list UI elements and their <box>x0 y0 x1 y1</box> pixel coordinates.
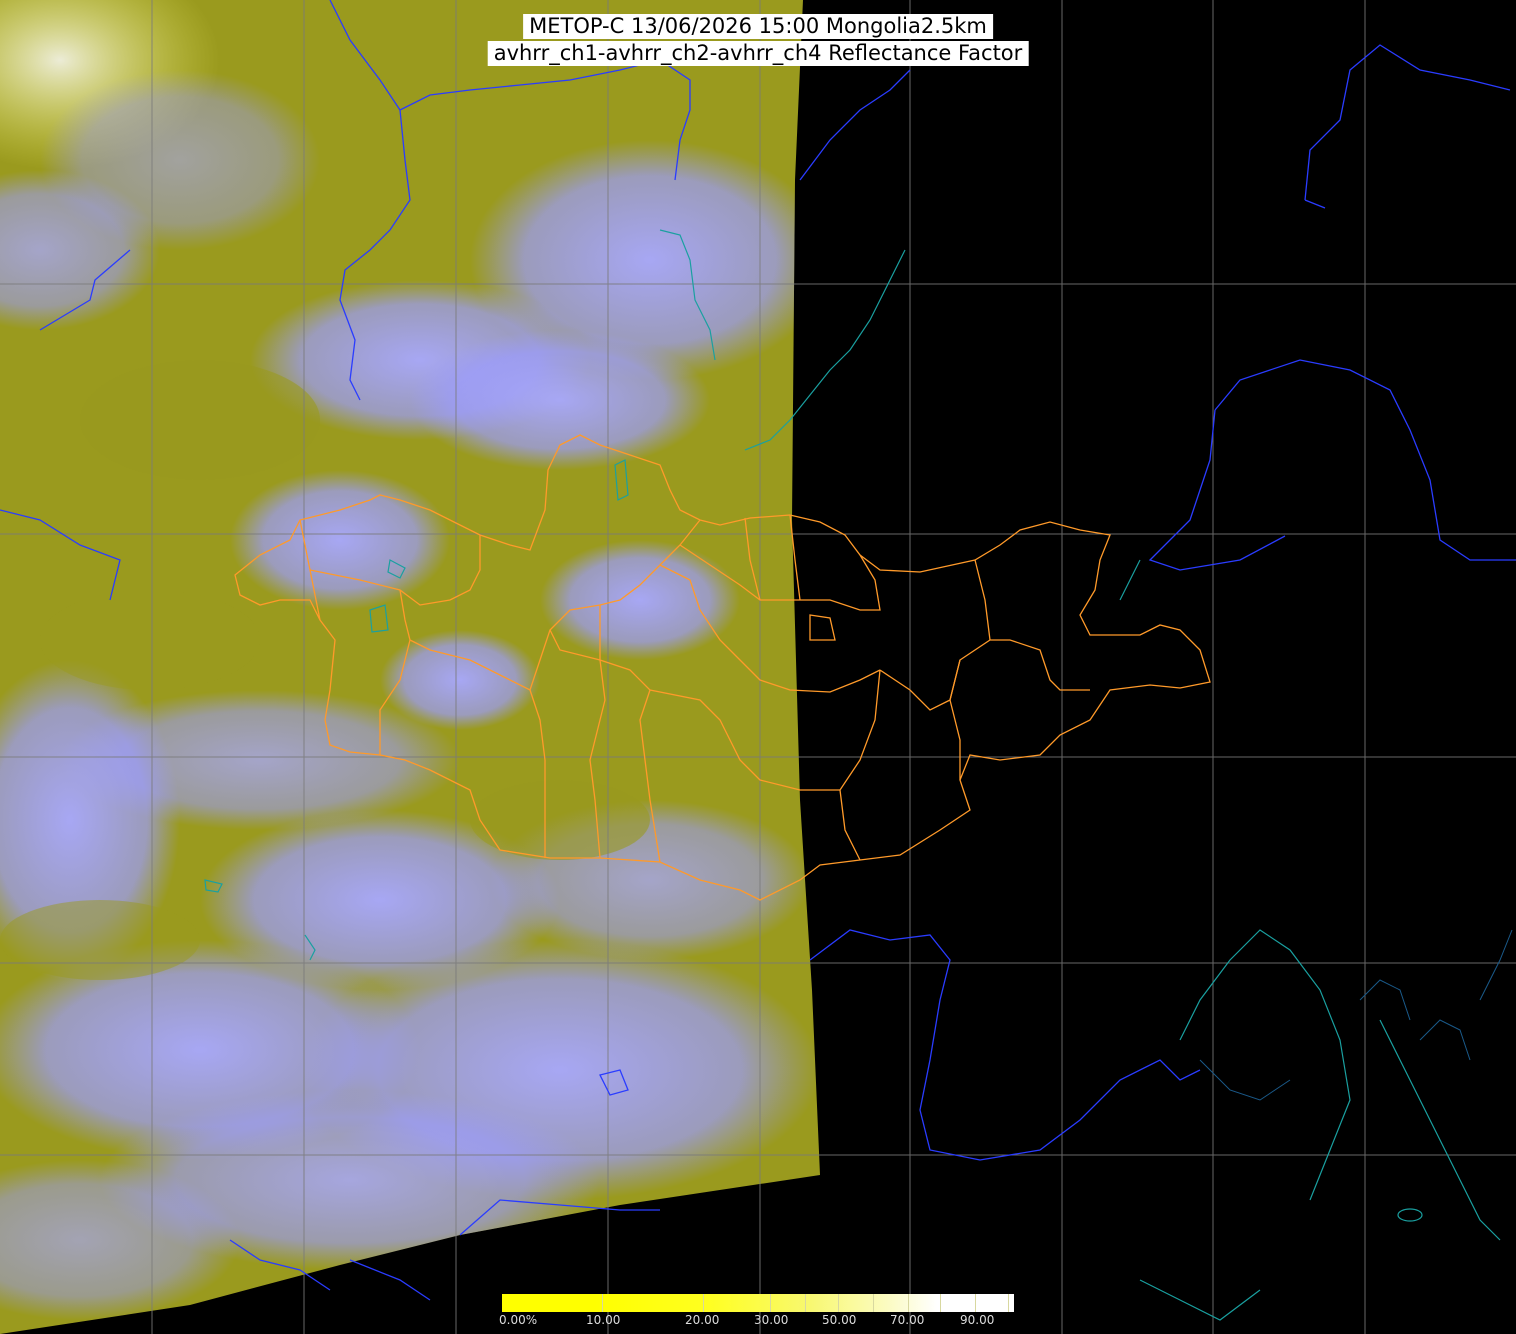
satellite-swath <box>0 0 820 1334</box>
colorbar-label: 20.00 <box>685 1313 720 1327</box>
colorbar-tick <box>838 1294 839 1312</box>
colorbar-label: 10.00 <box>586 1313 621 1327</box>
colorbar-tick <box>975 1294 976 1312</box>
colorbar-tick <box>908 1294 909 1312</box>
colorbar-tick <box>940 1294 941 1312</box>
colorbar-tick <box>770 1294 771 1312</box>
colorbar-label: 90.00 <box>960 1313 995 1327</box>
colorbar-tick <box>873 1294 874 1312</box>
title-line-2: avhrr_ch1-avhrr_ch2-avhrr_ch4 Reflectanc… <box>487 41 1029 66</box>
colorbar-tick <box>1008 1294 1009 1312</box>
colorbar-label: 70.00 <box>890 1313 925 1327</box>
colorbar: 0.00% 10.00 20.00 30.00 50.00 70.00 90.0… <box>499 1292 1016 1334</box>
colorbar-tick <box>805 1294 806 1312</box>
satellite-map <box>0 0 1516 1334</box>
colorbar-tick <box>602 1294 603 1312</box>
colorbar-tick <box>703 1294 704 1312</box>
colorbar-label: 50.00 <box>822 1313 857 1327</box>
colorbar-label: 30.00 <box>754 1313 789 1327</box>
colorbar-gradient <box>502 1294 1014 1312</box>
title-line-1: METOP-C 13/06/2026 15:00 Mongolia2.5km <box>523 14 993 39</box>
colorbar-label: 0.00% <box>499 1313 538 1327</box>
